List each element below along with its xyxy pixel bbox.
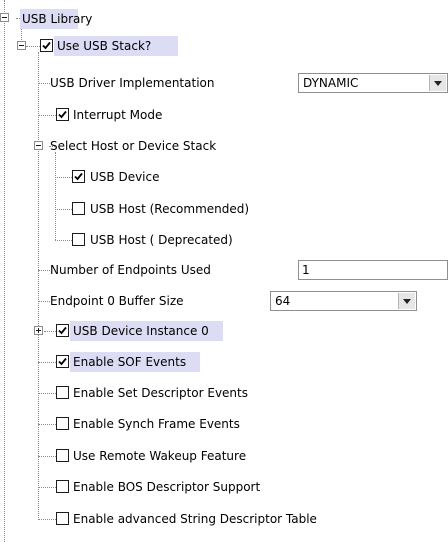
driver-implementation-label: USB Driver Implementation — [50, 76, 215, 90]
checkmark-icon — [74, 172, 83, 181]
advanced-string-descriptor-label[interactable]: Enable advanced String Descriptor Table — [73, 511, 317, 527]
usb-device-checkbox[interactable] — [72, 170, 85, 183]
tree-line — [38, 115, 56, 116]
enable-set-descriptor-label[interactable]: Enable Set Descriptor Events — [73, 385, 248, 401]
tree-line — [38, 487, 56, 488]
chevron-down-icon[interactable] — [398, 293, 415, 309]
enable-set-descriptor-checkbox[interactable] — [56, 386, 69, 399]
tree-line — [38, 83, 50, 84]
checkmark-icon — [58, 110, 67, 119]
tree-line — [55, 152, 56, 240]
usb-device-label[interactable]: USB Device — [90, 169, 160, 185]
use-usb-stack-checkbox[interactable] — [40, 39, 53, 52]
tree-line — [44, 331, 56, 332]
num-endpoints-input[interactable]: 1 — [298, 260, 448, 280]
tree-line — [38, 52, 39, 520]
use-usb-stack-label[interactable]: Use USB Stack? — [57, 38, 151, 54]
collapse-toggle-icon[interactable] — [0, 13, 9, 22]
tree-line — [26, 46, 40, 47]
remote-wakeup-label[interactable]: Use Remote Wakeup Feature — [73, 448, 246, 464]
interrupt-mode-checkbox[interactable] — [56, 108, 69, 121]
usb-device-instance-label[interactable]: USB Device Instance 0 — [73, 323, 209, 339]
tree-line — [38, 519, 56, 520]
chevron-down-icon[interactable] — [429, 75, 446, 91]
ep0-buffer-size-label: Endpoint 0 Buffer Size — [50, 294, 184, 308]
select-stack-label[interactable]: Select Host or Device Stack — [50, 138, 216, 154]
tree-line — [4, 0, 5, 542]
ep0-buffer-size-dropdown[interactable]: 64 — [270, 291, 417, 311]
tree-line — [55, 209, 72, 210]
checkmark-icon — [58, 326, 67, 335]
usb-library-label[interactable]: USB Library — [22, 11, 92, 27]
checkmark-icon — [42, 41, 51, 50]
usb-device-instance-checkbox[interactable] — [56, 324, 69, 337]
bos-descriptor-label[interactable]: Enable BOS Descriptor Support — [73, 479, 260, 495]
tree-line — [38, 270, 50, 271]
tree-line — [38, 456, 56, 457]
collapse-toggle-icon[interactable] — [34, 141, 43, 150]
interrupt-mode-label[interactable]: Interrupt Mode — [73, 107, 162, 123]
driver-implementation-dropdown[interactable]: DYNAMIC — [298, 73, 448, 93]
driver-implementation-value: DYNAMIC — [303, 76, 359, 90]
tree-line — [38, 301, 50, 302]
tree-line — [38, 424, 56, 425]
enable-synch-frame-label[interactable]: Enable Synch Frame Events — [73, 416, 240, 432]
remote-wakeup-checkbox[interactable] — [56, 449, 69, 462]
bos-descriptor-checkbox[interactable] — [56, 480, 69, 493]
tree-line — [38, 362, 56, 363]
collapse-toggle-icon[interactable] — [17, 41, 26, 50]
usb-host-recommended-checkbox[interactable] — [72, 202, 85, 215]
enable-sof-events-label[interactable]: Enable SOF Events — [73, 354, 186, 370]
num-endpoints-label: Number of Endpoints Used — [50, 263, 211, 277]
usb-host-deprecated-label[interactable]: USB Host ( Deprecated) — [90, 232, 233, 248]
tree-line — [55, 240, 72, 241]
checkmark-icon — [58, 357, 67, 366]
ep0-buffer-size-value: 64 — [275, 294, 291, 308]
enable-synch-frame-checkbox[interactable] — [56, 417, 69, 430]
expand-toggle-icon[interactable] — [34, 326, 43, 335]
advanced-string-descriptor-checkbox[interactable] — [56, 512, 69, 525]
usb-host-recommended-label[interactable]: USB Host (Recommended) — [90, 201, 249, 217]
enable-sof-events-checkbox[interactable] — [56, 355, 69, 368]
num-endpoints-value: 1 — [302, 263, 310, 277]
tree-line — [55, 177, 72, 178]
tree-line — [38, 393, 56, 394]
usb-host-deprecated-checkbox[interactable] — [72, 233, 85, 246]
